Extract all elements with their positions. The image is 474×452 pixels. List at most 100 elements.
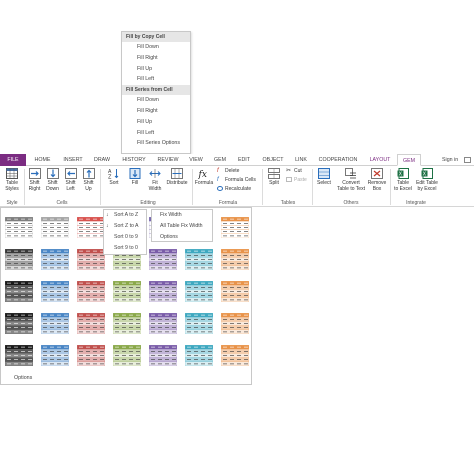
tab-view[interactable]: VIEW xyxy=(185,154,207,166)
table-styles-button[interactable]: Table Styles xyxy=(2,168,22,192)
tab-cooperation[interactable]: COOPERATION xyxy=(314,154,362,166)
table-style-thumbnail[interactable] xyxy=(76,280,106,303)
gallery-options-link[interactable]: Options xyxy=(14,375,32,381)
fill-series-up[interactable]: Fill Up xyxy=(122,117,190,128)
table-style-thumbnail[interactable] xyxy=(4,280,34,303)
formula-button[interactable]: fx Formula xyxy=(194,168,214,186)
table-style-thumbnail[interactable] xyxy=(220,248,250,271)
fix-width-item[interactable]: Fix Width xyxy=(155,212,182,218)
table-style-preview-icon xyxy=(76,312,106,335)
account-icon[interactable] xyxy=(464,157,471,163)
fill-copy-left[interactable]: Fill Left xyxy=(122,74,190,85)
table-style-thumbnail[interactable] xyxy=(4,216,34,239)
tab-draw[interactable]: DRAW xyxy=(89,154,115,166)
table-style-thumbnail[interactable] xyxy=(184,280,214,303)
table-style-thumbnail[interactable] xyxy=(220,312,250,335)
fill-series-right[interactable]: Fill Right xyxy=(122,106,190,117)
tab-home[interactable]: HOME xyxy=(29,154,56,166)
table-style-thumbnail[interactable] xyxy=(184,312,214,335)
fill-copy-right[interactable]: Fill Right xyxy=(122,53,190,64)
table-style-thumbnail[interactable] xyxy=(40,312,70,335)
shift-right-button[interactable]: Shift Right xyxy=(26,168,43,192)
all-table-fix-width-item[interactable]: All Table Fix Width xyxy=(155,223,203,229)
split-button[interactable]: Split xyxy=(265,168,283,186)
distribute-button[interactable]: Distribute xyxy=(164,168,190,186)
fit-width-button[interactable]: Fit Width xyxy=(145,168,165,192)
table-style-thumbnail[interactable] xyxy=(184,248,214,271)
paste-button[interactable]: Paste xyxy=(286,177,307,184)
table-style-thumbnail[interactable] xyxy=(148,344,178,367)
tab-insert[interactable]: INSERT xyxy=(58,154,88,166)
table-style-thumbnail[interactable] xyxy=(4,344,34,367)
tab-edit[interactable]: EDIT xyxy=(233,154,255,166)
tab-file[interactable]: FILE xyxy=(0,154,26,166)
table-style-thumbnail[interactable] xyxy=(220,216,250,239)
tab-gem-active[interactable]: GEM xyxy=(397,154,421,166)
delete-fx-icon: f xyxy=(217,168,219,175)
table-style-thumbnail[interactable] xyxy=(40,248,70,271)
table-style-thumbnail[interactable] xyxy=(112,344,142,367)
table-style-thumbnail[interactable] xyxy=(76,312,106,335)
table-style-preview-icon xyxy=(112,344,142,367)
fill-copy-up[interactable]: Fill Up xyxy=(122,64,190,75)
table-style-thumbnail[interactable] xyxy=(40,280,70,303)
sign-in-link[interactable]: Sign in xyxy=(442,154,458,166)
fit-options-item[interactable]: Options xyxy=(155,234,178,240)
table-style-thumbnail[interactable] xyxy=(148,248,178,271)
sort-0-to-9[interactable]: Sort 0 to 9 xyxy=(106,234,138,240)
table-style-thumbnail[interactable] xyxy=(76,344,106,367)
fill-copy-down[interactable]: Fill Down xyxy=(122,42,190,53)
table-style-thumbnail[interactable] xyxy=(40,216,70,239)
tab-object[interactable]: OBJECT xyxy=(258,154,288,166)
table-style-thumbnail[interactable] xyxy=(220,280,250,303)
formula-cells-icon: f xyxy=(217,177,219,184)
tab-layout[interactable]: LAYOUT xyxy=(364,154,396,166)
ribbon-panel: Table Styles Style Shift Right Shift Dow… xyxy=(0,166,474,207)
shift-down-button[interactable]: Shift Down xyxy=(44,168,61,192)
table-style-preview-icon xyxy=(220,312,250,335)
delete-formula-button[interactable]: f Delete xyxy=(217,168,239,175)
table-style-preview-icon xyxy=(220,248,250,271)
sort-a-to-z[interactable]: ↓ Sort A to Z xyxy=(106,212,138,218)
table-style-thumbnail[interactable] xyxy=(148,280,178,303)
table-style-preview-icon xyxy=(220,280,250,303)
tab-history[interactable]: HISTORY xyxy=(117,154,151,166)
tab-review[interactable]: REVIEW xyxy=(153,154,183,166)
table-style-thumbnail[interactable] xyxy=(184,344,214,367)
tab-link[interactable]: LINK xyxy=(290,154,312,166)
cut-button[interactable]: ✂ Cut xyxy=(286,168,302,175)
fill-dropdown-menu: Fill by Copy Cell Fill Down Fill Right F… xyxy=(121,31,191,154)
fill-series-options[interactable]: Fill Series Options xyxy=(122,138,190,149)
sort-z-to-a[interactable]: ↓ Sort Z to A xyxy=(106,223,139,229)
select-button[interactable]: Select xyxy=(314,168,334,186)
formula-cells-button[interactable]: f Formula Cells xyxy=(217,177,256,184)
table-style-thumbnail[interactable] xyxy=(148,312,178,335)
sort-9-to-0[interactable]: Sort 9 to 0 xyxy=(106,245,138,251)
table-style-thumbnail[interactable] xyxy=(112,312,142,335)
table-style-thumbnail[interactable] xyxy=(40,344,70,367)
table-style-thumbnail[interactable] xyxy=(76,248,106,271)
fill-by-copy-header: Fill by Copy Cell xyxy=(122,32,190,42)
group-label-style: Style xyxy=(6,200,18,206)
table-style-thumbnail[interactable] xyxy=(4,248,34,271)
sort-za-icon: ↓ xyxy=(106,223,109,229)
fill-button[interactable]: Fill xyxy=(126,168,144,186)
table-style-thumbnail[interactable] xyxy=(4,312,34,335)
recalculate-button[interactable]: Recalculate xyxy=(217,186,251,193)
sort-button[interactable]: A Z Sort xyxy=(104,168,124,186)
table-style-thumbnail[interactable] xyxy=(112,280,142,303)
table-style-thumbnail[interactable] xyxy=(220,344,250,367)
shift-up-button[interactable]: Shift Up xyxy=(80,168,97,192)
table-style-thumbnail[interactable] xyxy=(76,216,106,239)
fill-series-left[interactable]: Fill Left xyxy=(122,128,190,139)
remove-box-button[interactable]: Remove Box xyxy=(367,168,387,192)
table-to-excel-button[interactable]: X Table to Excel xyxy=(392,168,414,192)
edit-table-by-excel-button[interactable]: X Edit Table by Excel xyxy=(415,168,439,192)
shift-left-button[interactable]: Shift Left xyxy=(62,168,79,192)
convert-table-to-text-button[interactable]: Convert Table to Text xyxy=(335,168,367,192)
tab-gem[interactable]: GEM xyxy=(209,154,231,166)
scissors-icon: ✂ xyxy=(286,168,292,175)
table-style-preview-icon xyxy=(40,248,70,271)
fill-series-down[interactable]: Fill Down xyxy=(122,95,190,106)
group-separator xyxy=(390,169,391,205)
